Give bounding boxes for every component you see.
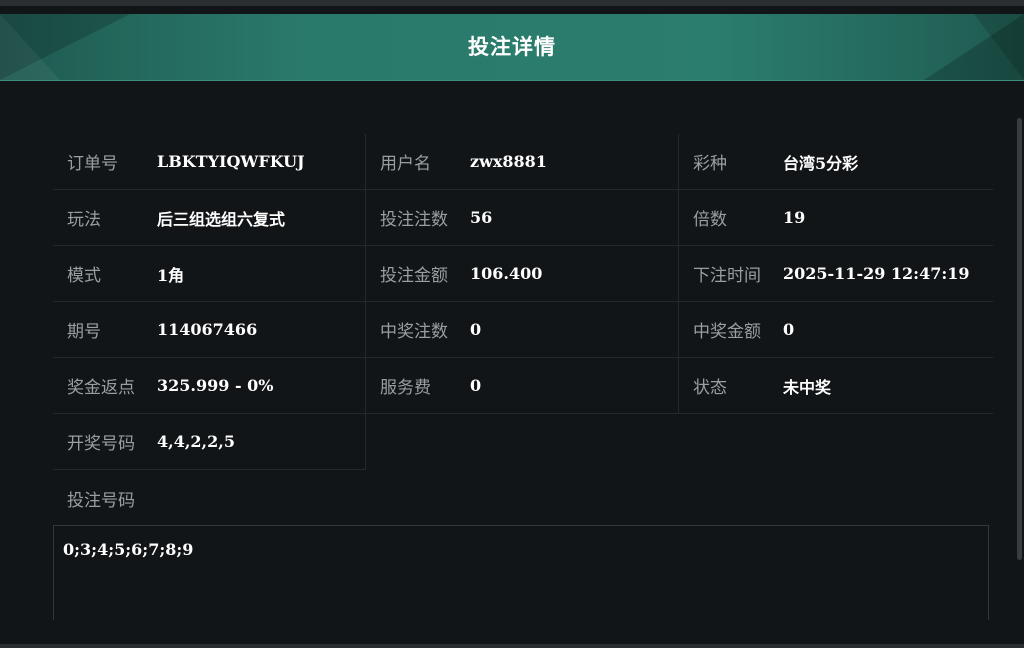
bet-numbers-label: 投注号码	[67, 491, 135, 511]
field-label: 期号	[67, 322, 101, 342]
detail-row: 订单号 LBKTYIQWFKUJ 用户名 zwx8881 彩种 台湾5分彩	[53, 134, 993, 190]
field-label: 开奖号码	[67, 434, 135, 454]
field-multiplier: 倍数 19	[679, 190, 993, 246]
field-value: 106.400	[470, 264, 543, 283]
field-order-number: 订单号 LBKTYIQWFKUJ	[53, 134, 366, 190]
field-value: 1角	[157, 265, 185, 285]
field-label: 投注注数	[380, 210, 448, 230]
bet-details-grid: 订单号 LBKTYIQWFKUJ 用户名 zwx8881 彩种 台湾5分彩 玩法…	[53, 134, 993, 470]
dialog-title: 投注详情	[468, 35, 556, 59]
field-prize-rebate: 奖金返点 325.999 - 0%	[53, 358, 366, 414]
field-play-method: 玩法 后三组选组六复式	[53, 190, 366, 246]
dialog-frame: 投注详情 订单号 LBKTYIQWFKUJ 用户名 zwx8881 彩种 台湾5…	[0, 0, 1024, 648]
field-label: 彩种	[693, 154, 727, 174]
field-label: 状态	[693, 378, 727, 398]
field-label: 中奖金额	[693, 322, 761, 342]
empty-cell	[679, 414, 993, 470]
field-label: 用户名	[380, 154, 431, 174]
detail-row: 模式 1角 投注金额 106.400 下注时间 2025-11-29 12:47…	[53, 246, 993, 302]
detail-row: 奖金返点 325.999 - 0% 服务费 0 状态 未中奖	[53, 358, 993, 414]
field-label: 下注时间	[693, 266, 761, 286]
field-mode: 模式 1角	[53, 246, 366, 302]
field-username: 用户名 zwx8881	[366, 134, 679, 190]
field-label: 中奖注数	[380, 322, 448, 342]
field-value: LBKTYIQWFKUJ	[157, 152, 305, 171]
bet-numbers-value: 0;3;4;5;6;7;8;9	[63, 540, 194, 559]
detail-row: 玩法 后三组选组六复式 投注注数 56 倍数 19	[53, 190, 993, 246]
field-label: 投注金额	[380, 266, 448, 286]
vertical-scrollbar[interactable]	[1017, 118, 1022, 560]
field-value: 未中奖	[783, 377, 832, 397]
field-issue-number: 期号 114067466	[53, 302, 366, 358]
dialog-header: 投注详情	[0, 14, 1024, 81]
field-label: 订单号	[67, 154, 118, 174]
field-value: 0	[470, 376, 482, 395]
field-value: 325.999 - 0%	[157, 376, 274, 395]
field-bet-count: 投注注数 56	[366, 190, 679, 246]
detail-row: 开奖号码 4,4,2,2,5	[53, 414, 993, 470]
empty-cell	[366, 414, 679, 470]
field-win-count: 中奖注数 0	[366, 302, 679, 358]
field-label: 奖金返点	[67, 378, 135, 398]
field-label: 玩法	[67, 210, 101, 230]
field-value: 4,4,2,2,5	[157, 432, 235, 451]
detail-row: 期号 114067466 中奖注数 0 中奖金额 0	[53, 302, 993, 358]
field-value: 19	[783, 208, 806, 227]
field-status: 状态 未中奖	[679, 358, 993, 414]
field-value: 后三组选组六复式	[157, 209, 286, 229]
field-value: 0	[470, 320, 482, 339]
field-lottery-type: 彩种 台湾5分彩	[679, 134, 993, 190]
field-bet-amount: 投注金额 106.400	[366, 246, 679, 302]
field-label: 倍数	[693, 210, 727, 230]
field-service-fee: 服务费 0	[366, 358, 679, 414]
field-draw-numbers: 开奖号码 4,4,2,2,5	[53, 414, 366, 470]
field-value: 114067466	[157, 320, 258, 339]
field-value: 2025-11-29 12:47:19	[783, 264, 970, 283]
field-win-amount: 中奖金额 0	[679, 302, 993, 358]
field-value: 56	[470, 208, 493, 227]
field-bet-time: 下注时间 2025-11-29 12:47:19	[679, 246, 993, 302]
field-value: 台湾5分彩	[783, 153, 859, 173]
bet-numbers-box[interactable]: 0;3;4;5;6;7;8;9	[53, 525, 989, 620]
field-value: zwx8881	[470, 152, 547, 171]
field-label: 服务费	[380, 378, 431, 398]
field-label: 模式	[67, 266, 101, 286]
field-value: 0	[783, 320, 795, 339]
